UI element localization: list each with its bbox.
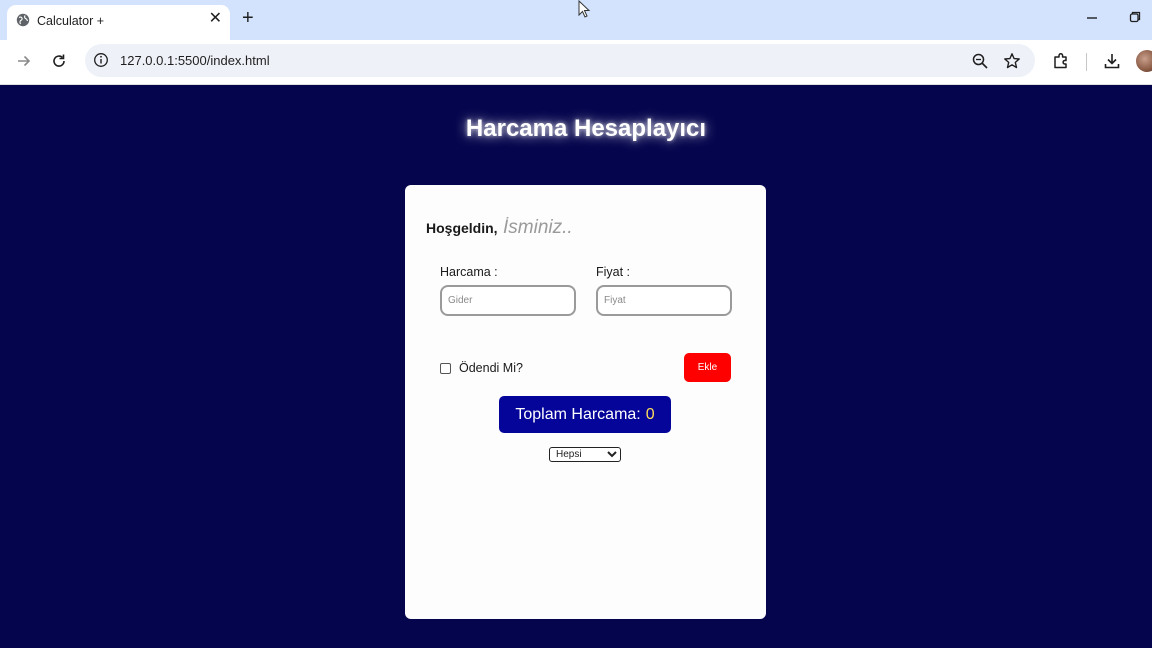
welcome-label: Hoşgeldin, (426, 220, 498, 236)
browser-tab-bar: Calculator + ✕ + (0, 0, 1152, 40)
expense-input[interactable] (440, 285, 576, 316)
site-info-icon[interactable] (93, 52, 109, 68)
forward-icon[interactable] (14, 51, 34, 71)
bookmark-star-icon[interactable] (1003, 52, 1021, 70)
add-button[interactable]: Ekle (684, 353, 731, 382)
toolbar-divider (1086, 53, 1087, 71)
price-input[interactable] (596, 285, 732, 316)
paid-label: Ödendi Mi? (459, 361, 523, 375)
zoom-icon[interactable] (971, 52, 989, 70)
download-icon[interactable] (1102, 51, 1122, 71)
mouse-cursor-icon (578, 0, 591, 18)
calculator-card: Hoşgeldin, Harcama : Fiyat : Ödendi Mi? … (405, 185, 766, 619)
minimize-icon[interactable] (1086, 10, 1098, 22)
profile-avatar[interactable] (1136, 50, 1152, 72)
globe-icon (16, 13, 30, 27)
total-value: 0 (645, 405, 655, 423)
extensions-icon[interactable] (1051, 51, 1071, 71)
restore-icon[interactable] (1129, 11, 1141, 23)
close-tab-icon[interactable]: ✕ (209, 11, 222, 27)
address-bar[interactable]: 127.0.0.1:5500/index.html (85, 44, 1035, 77)
page-content: Harcama Hesaplayıcı Hoşgeldin, Harcama :… (0, 85, 1152, 648)
reload-icon[interactable] (49, 51, 69, 71)
filter-select[interactable]: Hepsi (549, 447, 621, 462)
browser-tab[interactable]: Calculator + ✕ (7, 5, 230, 40)
name-input[interactable] (503, 215, 663, 241)
url-text[interactable]: 127.0.0.1:5500/index.html (120, 53, 270, 68)
tab-title: Calculator + (37, 14, 105, 28)
new-tab-icon[interactable]: + (242, 8, 254, 28)
expense-label: Harcama : (440, 265, 498, 279)
page-title: Harcama Hesaplayıcı (465, 115, 707, 142)
total-display: Toplam Harcama: 0 (499, 396, 671, 433)
paid-checkbox-row: Ödendi Mi? (440, 361, 523, 375)
total-label: Toplam Harcama: (515, 405, 641, 423)
price-label: Fiyat : (596, 265, 631, 279)
paid-checkbox[interactable] (440, 362, 451, 374)
browser-toolbar: 127.0.0.1:5500/index.html (0, 40, 1152, 85)
